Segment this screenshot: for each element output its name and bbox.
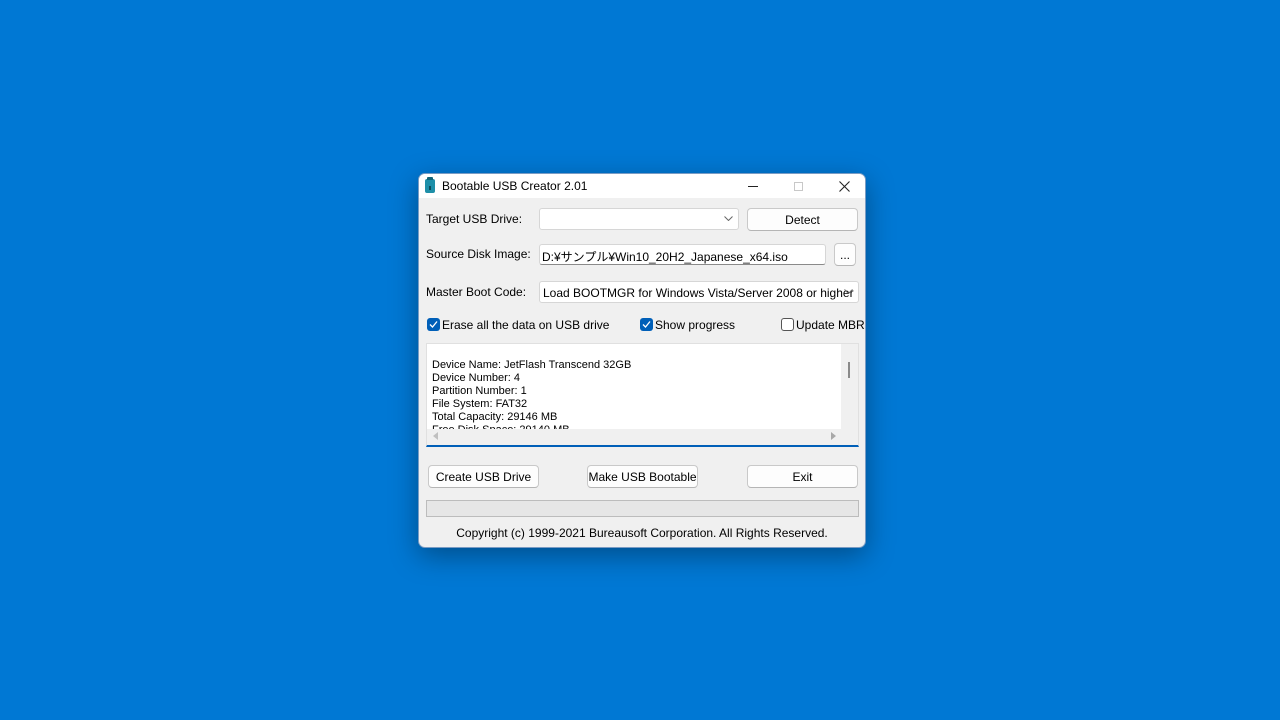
make-usb-bootable-button[interactable]: Make USB Bootable: [587, 465, 698, 488]
erase-data-label[interactable]: Erase all the data on USB drive: [442, 318, 609, 332]
scroll-right-icon[interactable]: [831, 432, 836, 440]
scroll-left-icon[interactable]: [433, 432, 438, 440]
detect-button[interactable]: Detect: [747, 208, 858, 231]
log-line: Total Capacity: 29146 MB: [432, 411, 558, 423]
chevron-down-icon: [722, 212, 734, 226]
source-image-value: D:¥サンプル¥Win10_20H2_Japanese_x64.iso: [542, 250, 788, 264]
progress-bar: [426, 500, 859, 517]
close-icon: [838, 180, 850, 192]
log-lines: Device Name: JetFlash Transcend 32GB Dev…: [432, 359, 631, 430]
checkbox-checked-icon[interactable]: [640, 318, 653, 331]
close-button[interactable]: [821, 174, 865, 198]
device-info-log[interactable]: Device Name: JetFlash Transcend 32GB Dev…: [426, 343, 859, 447]
log-line: Device Number: 4: [432, 372, 521, 384]
master-boot-value: Load BOOTMGR for Windows Vista/Server 20…: [543, 286, 854, 300]
log-viewport: Device Name: JetFlash Transcend 32GB Dev…: [427, 344, 841, 430]
master-boot-label: Master Boot Code:: [426, 285, 527, 299]
target-usb-dropdown[interactable]: [539, 208, 739, 230]
chevron-down-icon: [842, 285, 854, 299]
horizontal-scrollbar[interactable]: [427, 429, 858, 445]
minimize-icon: [748, 185, 758, 187]
checkbox-unchecked-icon[interactable]: [781, 318, 794, 331]
usb-app-icon: [425, 177, 435, 193]
source-image-input[interactable]: D:¥サンプル¥Win10_20H2_Japanese_x64.iso: [539, 244, 826, 265]
browse-button[interactable]: ...: [834, 243, 856, 266]
vertical-scrollbar[interactable]: [841, 344, 858, 430]
maximize-button[interactable]: [775, 174, 821, 198]
app-window: Bootable USB Creator 2.01 Target USB Dri…: [418, 173, 866, 548]
log-line: Partition Number: 1: [432, 385, 527, 397]
maximize-icon: [793, 181, 803, 191]
minimize-button[interactable]: [730, 174, 776, 198]
source-image-label: Source Disk Image:: [426, 247, 531, 261]
scrollbar-thumb[interactable]: [848, 362, 850, 378]
checkbox-checked-icon[interactable]: [427, 318, 440, 331]
log-line: File System: FAT32: [432, 398, 528, 410]
target-usb-label: Target USB Drive:: [426, 212, 523, 226]
create-usb-drive-button[interactable]: Create USB Drive: [428, 465, 539, 488]
master-boot-dropdown[interactable]: Load BOOTMGR for Windows Vista/Server 20…: [539, 281, 859, 303]
title-bar[interactable]: Bootable USB Creator 2.01: [419, 174, 865, 198]
update-mbr-label[interactable]: Update MBR: [796, 318, 865, 332]
show-progress-label[interactable]: Show progress: [655, 318, 735, 332]
exit-button[interactable]: Exit: [747, 465, 858, 488]
copyright-text: Copyright (c) 1999-2021 Bureausoft Corpo…: [456, 526, 828, 540]
log-line: Device Name: JetFlash Transcend 32GB: [432, 359, 632, 371]
window-title: Bootable USB Creator 2.01: [442, 179, 588, 193]
